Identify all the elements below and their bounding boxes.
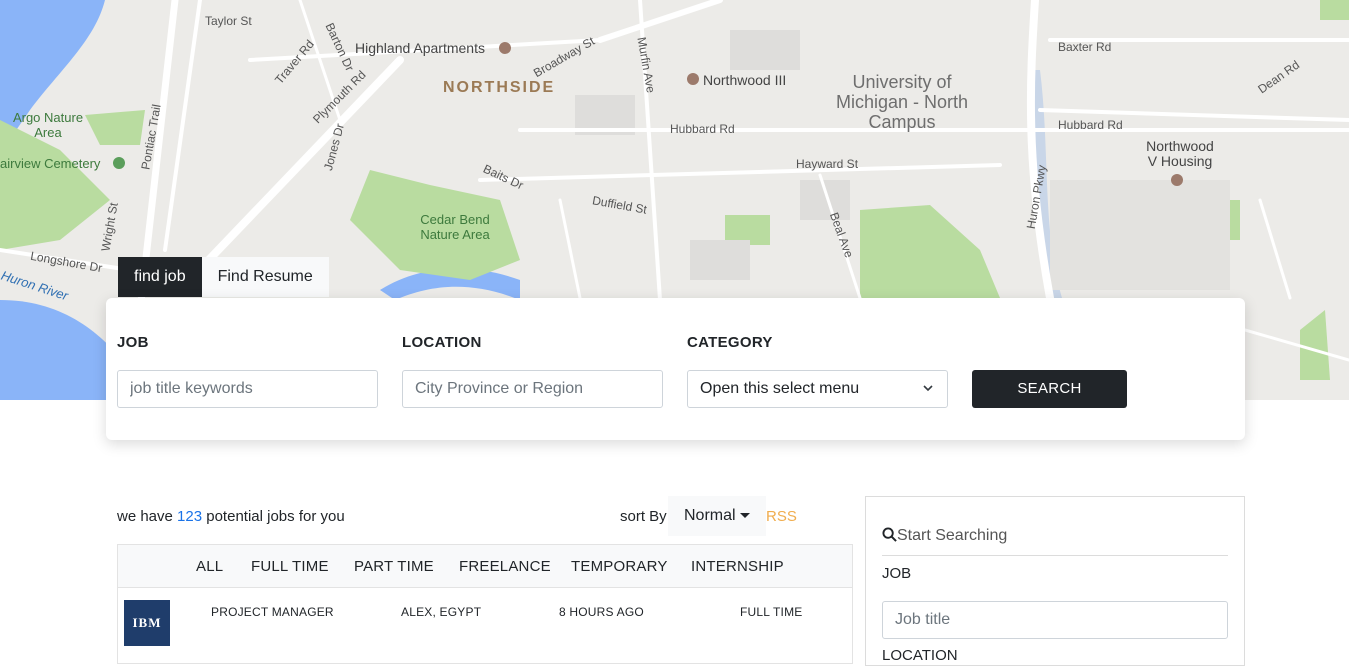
search-icon xyxy=(882,527,897,542)
tab-find-resume[interactable]: Find Resume xyxy=(201,257,329,297)
table-row[interactable]: IBM PROJECT MANAGER ALEX, EGYPT 8 HOURS … xyxy=(118,588,852,658)
filter-all[interactable]: ALL xyxy=(196,545,223,588)
map-label-taylor: Taylor St xyxy=(205,14,252,28)
map-label-fairview: airview Cemetery xyxy=(0,156,101,171)
category-select[interactable]: Open this select menu xyxy=(687,370,948,408)
job-type-filter-bar: ALL FULL TIME PART TIME FREELANCE TEMPOR… xyxy=(118,545,852,588)
location-input[interactable] xyxy=(402,370,663,408)
sidebar-job-title-input[interactable] xyxy=(882,601,1228,639)
filter-temporary[interactable]: TEMPORARY xyxy=(571,545,668,588)
sidebar-search-panel: Start Searching JOB LOCATION xyxy=(865,496,1245,666)
sidebar-job-label: JOB xyxy=(882,565,912,582)
map-label-hubbard: Hubbard Rd xyxy=(670,122,735,136)
chevron-down-icon xyxy=(923,385,933,392)
caret-down-icon xyxy=(739,513,750,519)
jobs-count-prefix: we have xyxy=(117,508,173,525)
location-label: LOCATION xyxy=(402,334,482,351)
sort-dropdown[interactable]: Normal xyxy=(668,496,766,536)
category-label: CATEGORY xyxy=(687,334,773,351)
sidebar-search-heading: Start Searching xyxy=(882,527,1007,545)
company-logo: IBM xyxy=(124,600,170,646)
sort-dropdown-value: Normal xyxy=(684,507,736,524)
sidebar-location-label: LOCATION xyxy=(882,647,958,664)
job-type: FULL TIME xyxy=(740,605,803,619)
map-label-northwood5: Northwood V Housing xyxy=(1146,138,1214,169)
filter-freelance[interactable]: FREELANCE xyxy=(459,545,551,588)
search-button[interactable]: SEARCH xyxy=(972,370,1127,408)
rss-link[interactable]: RSS xyxy=(766,508,797,525)
filter-internship[interactable]: INTERNSHIP xyxy=(691,545,784,588)
sort-label: sort By xyxy=(620,508,667,525)
job-location: ALEX, EGYPT xyxy=(401,605,482,619)
tab-find-job[interactable]: find job xyxy=(118,257,202,297)
job-title[interactable]: PROJECT MANAGER xyxy=(211,605,334,619)
sidebar-search-heading-text: Start Searching xyxy=(897,527,1008,544)
jobs-table: ALL FULL TIME PART TIME FREELANCE TEMPOR… xyxy=(117,544,853,664)
map-label-hayward: Hayward St xyxy=(796,157,859,171)
divider xyxy=(882,555,1228,556)
jobs-count-number[interactable]: 123 xyxy=(177,508,202,525)
filter-full-time[interactable]: FULL TIME xyxy=(251,545,329,588)
map-label-baxter: Baxter Rd xyxy=(1058,40,1112,54)
map-label-hubbard-east: Hubbard Rd xyxy=(1058,118,1123,132)
filter-part-time[interactable]: PART TIME xyxy=(354,545,434,588)
jobs-count-text: we have 123 potential jobs for you xyxy=(117,508,345,525)
job-keywords-input[interactable] xyxy=(117,370,378,408)
job-posted-time: 8 HOURS AGO xyxy=(559,605,644,619)
map-label-argo: Argo Nature Area xyxy=(12,110,84,140)
map-label-northside: NORTHSIDE xyxy=(443,79,556,96)
map-label-cedarbend: Cedar Bend Nature Area xyxy=(420,212,490,242)
search-tabs: find job Find Resume xyxy=(118,257,329,297)
search-card: JOB LOCATION CATEGORY Open this select m… xyxy=(106,298,1245,440)
map-label-umich: University of Michigan - North Campus xyxy=(835,72,969,132)
category-select-value: Open this select menu xyxy=(700,380,860,397)
map-label-northwood3: Northwood III xyxy=(703,72,787,88)
map-label-highland: Highland Apartments xyxy=(355,40,485,56)
job-label: JOB xyxy=(117,334,149,351)
jobs-count-suffix: potential jobs for you xyxy=(206,508,345,525)
